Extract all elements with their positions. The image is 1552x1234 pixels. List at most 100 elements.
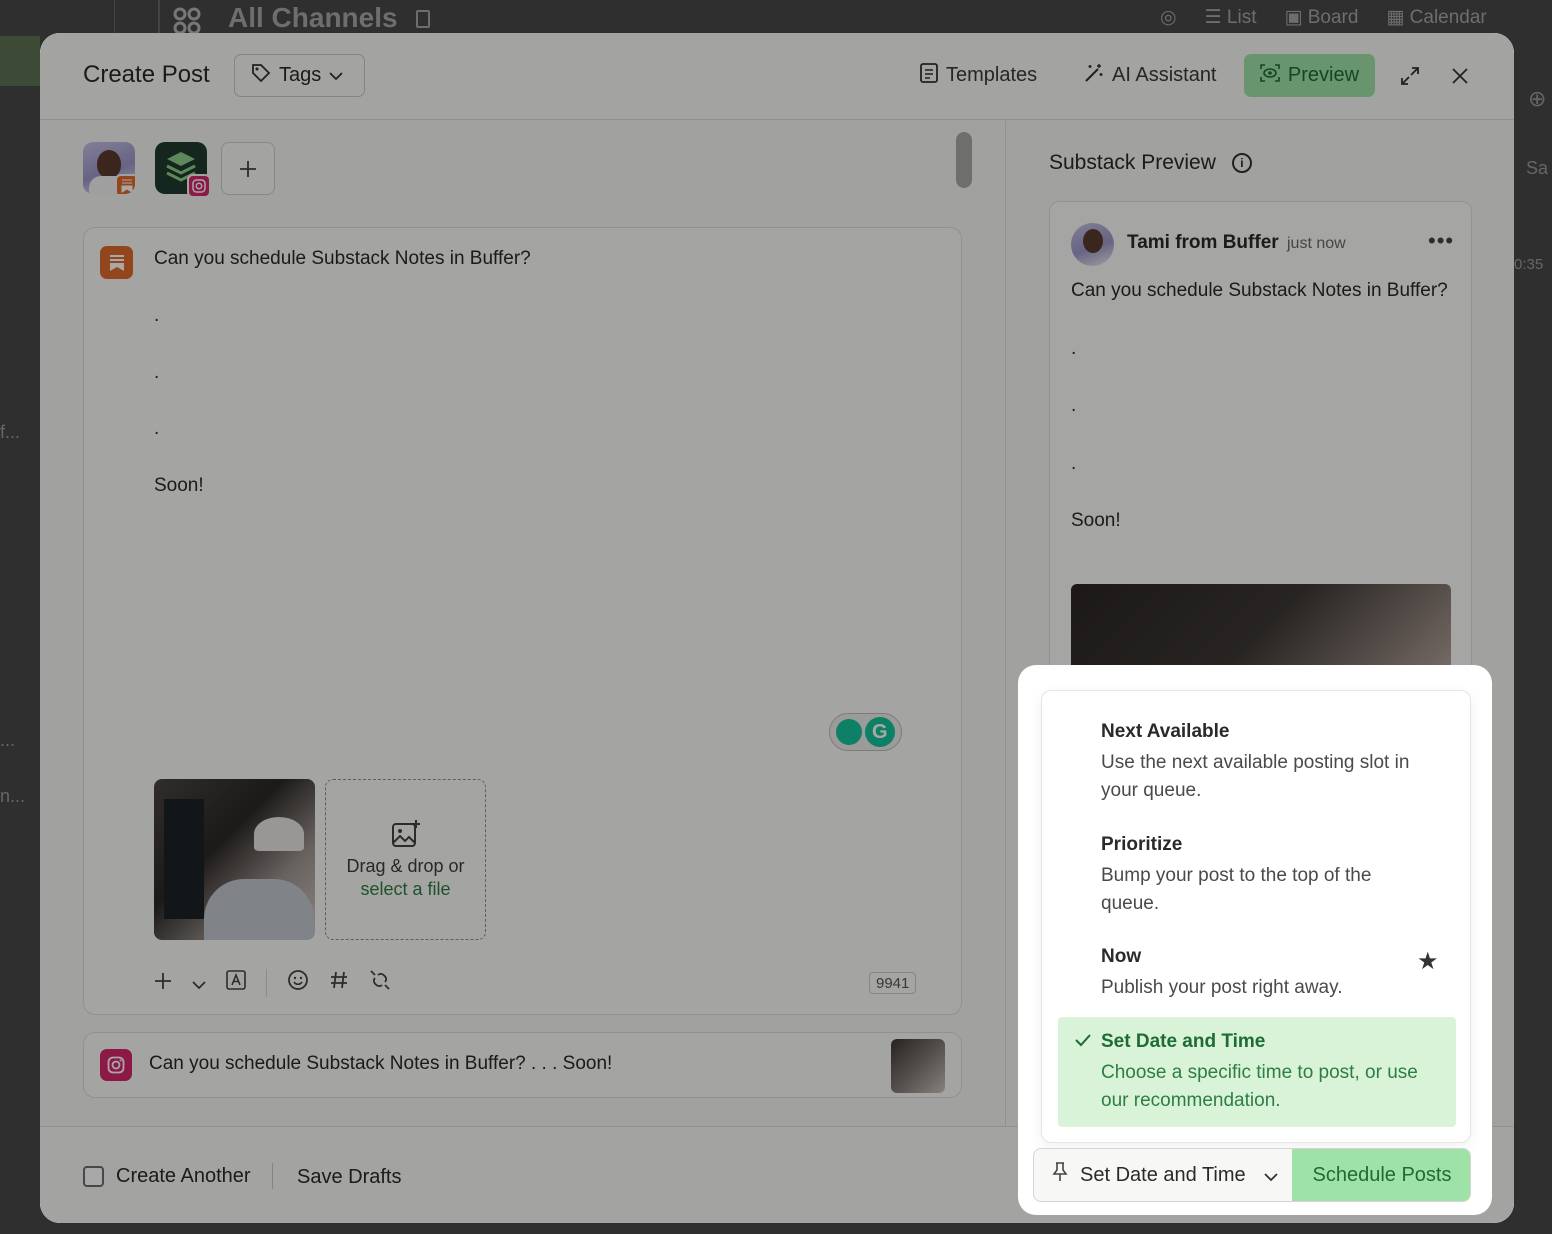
link-shortener-icon[interactable] [369,969,391,997]
option-description: Publish your post right away. [1101,977,1343,998]
background-title: All Channels [228,2,398,33]
modal-header: Create Post Tags Templates AI Assistant [40,33,1514,120]
preview-line: Can you schedule Substack Notes in Buffe… [1071,280,1448,301]
grammarly-widget[interactable]: G [829,713,902,751]
save-drafts-button[interactable]: Save Drafts [297,1166,401,1189]
instagram-thumbnail [891,1039,945,1093]
star-icon[interactable]: ★ [1417,947,1439,976]
schedule-popover: Next Available Use the next available po… [1018,665,1492,1215]
chevron-down-icon[interactable] [192,970,206,996]
eye-icon [1260,63,1280,88]
option-title: Set Date and Time [1101,1031,1266,1052]
post-line: Can you schedule Substack Notes in Buffe… [154,248,531,269]
tags-label: Tags [279,64,322,86]
post-line: Soon! [154,475,204,497]
view-list: ☰ List [1204,7,1257,28]
background-right-text: Sa [1526,158,1549,178]
instagram-post-card[interactable]: Can you schedule Substack Notes in Buffe… [83,1032,962,1098]
templates-button[interactable]: Templates [920,54,1037,97]
add-image-icon [391,819,421,854]
globe-icon: ⊕ [1528,86,1547,111]
preview-title-text: Substack Preview [1049,151,1216,174]
background-sidebar-strip [0,36,40,86]
background-divider [158,0,160,33]
create-another-checkbox[interactable] [83,1166,104,1187]
document-icon [920,62,938,89]
preview-text: Can you schedule Substack Notes in Buffe… [1071,277,1451,565]
dropzone-text: Drag & drop or [346,856,465,876]
magic-wand-icon [1084,63,1104,89]
schedule-option-set-date-time[interactable]: Set Date and Time Choose a specific time… [1058,1017,1456,1127]
schedule-options-menu: Next Available Use the next available po… [1041,690,1471,1143]
expand-icon[interactable] [1395,54,1425,97]
preview-line: Soon! [1071,510,1121,532]
avatar [1071,223,1114,266]
post-line: . [154,361,160,383]
ai-assistant-button[interactable]: AI Assistant [1084,54,1217,97]
preview-line: . [1071,337,1077,359]
tag-icon [251,63,271,89]
preview-title: Substack Preview i [1049,151,1252,175]
character-count: 9941 [869,972,917,994]
substack-icon [100,246,133,279]
footer-divider [272,1163,273,1189]
schedule-option-now[interactable]: Now Publish your post right away. [1058,946,1456,1002]
preview-line: . [1071,452,1077,474]
chevron-down-icon [1264,1165,1278,1188]
editor-toolbar [154,969,391,997]
background-view-switcher: ◎ ☰ List ▣ Board ▦ Calendar [1160,6,1487,29]
hashtag-icon[interactable] [329,970,349,996]
schedule-option-prioritize[interactable]: Prioritize Bump your post to the top of … [1058,834,1456,917]
substack-editor-card: Can you schedule Substack Notes in Buffe… [83,227,962,1015]
channel-avatar-substack[interactable] [83,142,135,194]
text-format-icon[interactable] [226,970,246,996]
preview-timestamp: just now [1287,235,1346,252]
option-title: Now [1101,946,1142,967]
option-description: Bump your post to the top of the queue. [1101,865,1372,914]
plus-icon[interactable] [154,970,172,996]
emoji-icon[interactable] [287,969,309,997]
add-channel-button[interactable] [221,142,275,195]
option-description: Choose a specific time to post, or use o… [1101,1062,1418,1111]
preview-label: Preview [1287,64,1360,86]
preview-button[interactable]: Preview [1244,54,1375,97]
grid-icon [172,6,202,36]
preview-line: . [1071,395,1077,417]
pin-icon [1052,1162,1068,1188]
schedule-option-next-available[interactable]: Next Available Use the next available po… [1058,721,1456,804]
option-description: Use the next available posting slot in y… [1101,752,1410,801]
close-icon[interactable] [1445,54,1475,97]
substack-icon [115,174,135,194]
channel-avatar-instagram[interactable] [155,142,211,198]
view-calendar: ▦ Calendar [1386,7,1487,28]
scrollbar[interactable] [956,132,972,188]
background-sidebar-text: f... [0,422,21,442]
create-another-toggle[interactable]: Create Another [83,1165,251,1188]
background-sidebar-text: n... [0,786,26,806]
schedule-posts-button[interactable]: Schedule Posts [1292,1149,1470,1201]
attached-image[interactable] [154,779,315,940]
modal-title: Create Post [83,61,210,88]
select-file-link[interactable]: select a file [360,879,450,900]
create-another-label: Create Another [116,1165,251,1187]
eye-icon: ◎ [1160,7,1177,28]
ai-assistant-label: AI Assistant [1112,64,1217,86]
post-text-input[interactable]: Can you schedule Substack Notes in Buffe… [154,248,531,532]
more-options-icon[interactable]: ••• [1428,228,1454,254]
schedule-mode-select[interactable]: Set Date and Time [1034,1149,1292,1201]
media-dropzone[interactable]: Drag & drop or select a file [325,779,486,940]
background-sidebar-text: ... [0,730,16,750]
preview-author: Tami from Buffer [1127,232,1279,253]
background-divider [114,0,115,33]
post-line: . [154,304,160,326]
bookmark-icon [416,10,430,28]
instagram-icon [100,1049,132,1081]
editor-pane: Can you schedule Substack Notes in Buffe… [40,121,1005,1126]
lightbulb-icon [836,719,863,745]
plus-icon [240,160,256,177]
checkmark-icon [1074,1031,1092,1054]
info-icon[interactable]: i [1231,153,1252,173]
instagram-icon [187,174,211,198]
tags-button[interactable]: Tags [234,54,365,97]
option-title: Next Available [1101,721,1230,742]
